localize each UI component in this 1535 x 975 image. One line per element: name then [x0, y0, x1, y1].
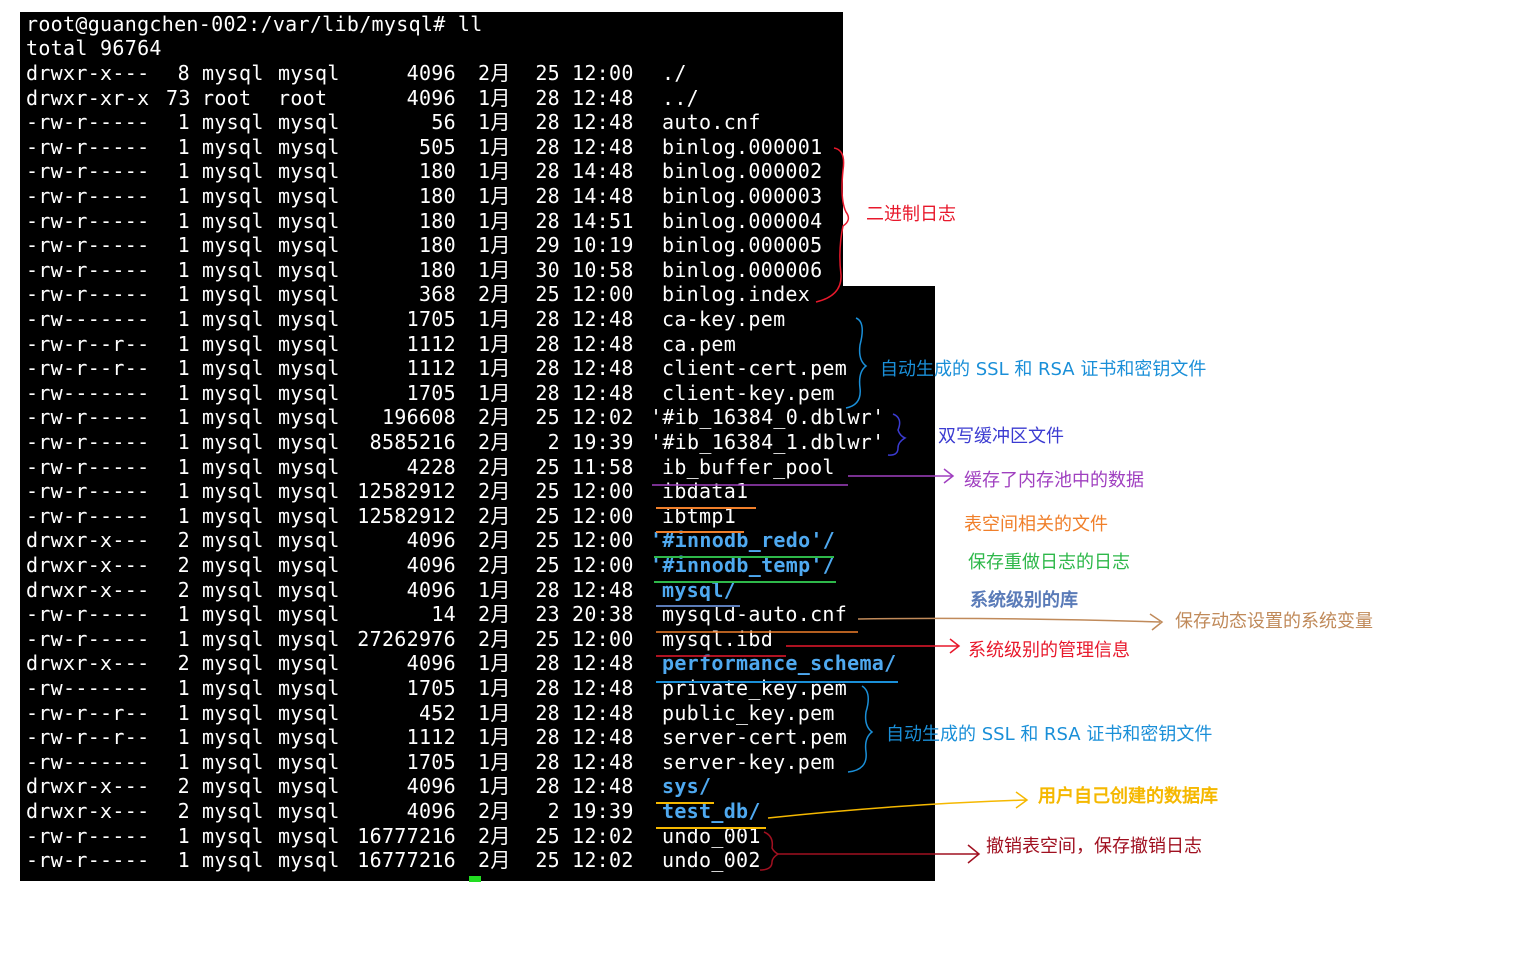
annotation-binlog: 二进制日志 [866, 204, 956, 225]
annotation-tablespace: 表空间相关的文件 [964, 514, 1108, 535]
annotation-redo: 保存重做日志的日志 [968, 552, 1130, 573]
annotation-auto-cnf: 保存动态设置的系统变量 [1175, 611, 1373, 632]
annotation-undo: 撤销表空间，保存撤销日志 [986, 836, 1202, 857]
binlog-brace [815, 147, 850, 303]
annotation-marks [652, 147, 1164, 871]
user-db-arrow [767, 791, 1029, 819]
annotation-ssl-certs-2: 自动生成的 SSL 和 RSA 证书和密钥文件 [886, 724, 1213, 745]
annotation-system-db: 系统级别的库 [970, 590, 1078, 611]
annotation-dblwr: 双写缓冲区文件 [938, 426, 1064, 447]
undo-arrow [778, 844, 981, 864]
ssl-brace-2 [847, 685, 874, 773]
undo-brace [759, 831, 780, 871]
annotation-user-db: 用户自己创建的数据库 [1038, 786, 1218, 807]
dblwr-brace [887, 413, 907, 456]
mysql-ibd-arrow [786, 638, 961, 654]
annotation-ssl-certs-1: 自动生成的 SSL 和 RSA 证书和密钥文件 [880, 359, 1207, 380]
auto-cnf-arrow [857, 613, 1164, 631]
ssl-brace-1 [845, 317, 868, 409]
buffer-pool-arrow [848, 468, 955, 484]
annotation-buffer-pool: 缓存了内存池中的数据 [964, 470, 1144, 491]
annotation-mysql-ibd: 系统级别的管理信息 [968, 640, 1130, 661]
